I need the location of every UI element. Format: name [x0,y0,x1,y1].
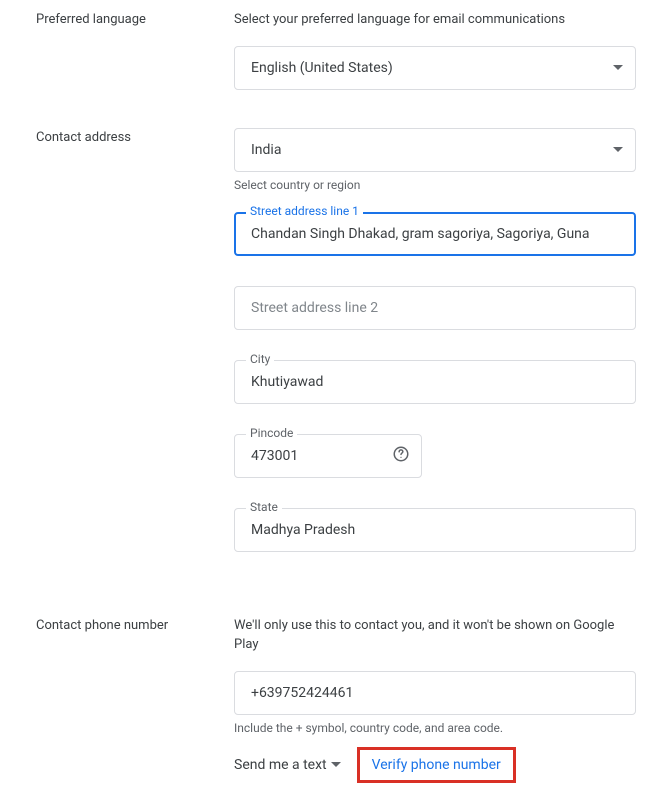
section-gap [36,560,636,616]
preferred-language-description: Select your preferred language for email… [234,10,636,30]
street2-field-wrapper [234,286,636,330]
state-input[interactable] [234,508,636,552]
country-helper: Select country or region [234,178,636,192]
caret-down-icon [613,147,623,152]
pincode-label: Pincode [246,426,297,440]
country-select-value: India [251,142,281,158]
preferred-language-label: Preferred language [36,10,234,120]
street2-input[interactable] [234,286,636,330]
send-text-label: Send me a text [234,757,327,773]
preferred-language-row: Preferred language Select your preferred… [36,10,636,120]
pincode-field-wrapper: Pincode [234,434,422,478]
city-label: City [246,352,274,366]
contact-phone-label: Contact phone number [36,616,234,783]
caret-down-icon [613,65,623,70]
contact-address-row: Contact address India Select country or … [36,128,636,552]
send-text-dropdown[interactable]: Send me a text [234,757,341,773]
contact-phone-row: Contact phone number We'll only use this… [36,616,636,783]
contact-address-content: India Select country or region Street ad… [234,128,636,552]
phone-field-wrapper [234,671,636,715]
street1-field-wrapper: Street address line 1 [234,212,636,256]
preferred-language-content: Select your preferred language for email… [234,10,636,120]
language-select-value: English (United States) [251,60,393,76]
street1-input[interactable] [234,212,636,256]
language-select[interactable]: English (United States) [234,46,636,90]
state-label: State [246,500,282,514]
help-icon[interactable] [392,445,410,467]
caret-down-icon [331,762,341,767]
verify-phone-button[interactable]: Verify phone number [357,747,516,783]
language-field-wrapper: English (United States) [234,46,636,90]
phone-input[interactable] [234,671,636,715]
state-field-wrapper: State [234,508,636,552]
city-field-wrapper: City [234,360,636,404]
phone-action-row: Send me a text Verify phone number [234,747,636,783]
country-select[interactable]: India [234,128,636,172]
contact-address-label: Contact address [36,128,234,552]
street1-label: Street address line 1 [246,204,363,218]
contact-phone-description: We'll only use this to contact you, and … [234,616,636,655]
city-input[interactable] [234,360,636,404]
phone-helper: Include the + symbol, country code, and … [234,721,636,735]
country-field-wrapper: India [234,128,636,172]
contact-phone-content: We'll only use this to contact you, and … [234,616,636,783]
